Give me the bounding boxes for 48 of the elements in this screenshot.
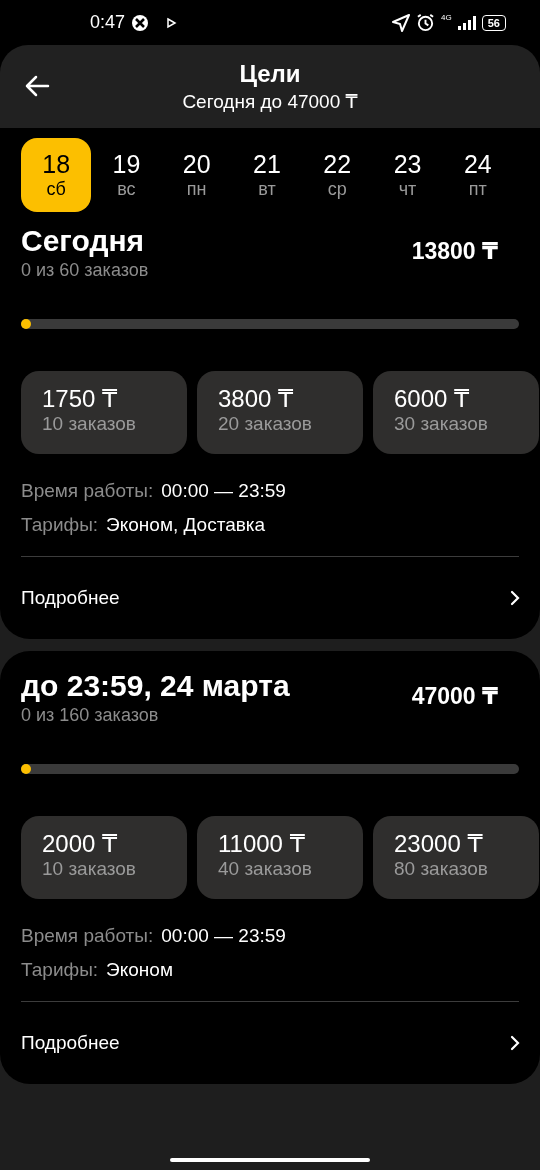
goal-title: до 23:59, 24 марта (21, 669, 290, 703)
tier-orders: 30 заказов (394, 413, 489, 435)
screen-title: Цели (239, 60, 301, 88)
day-tab[interactable]: 23 чт (372, 138, 443, 212)
tier-amount: 23000 ₸ (394, 830, 484, 858)
tier-orders: 80 заказов (394, 858, 489, 880)
details-link[interactable]: Подробнее (21, 557, 540, 639)
tariffs-label: Тарифы: (21, 514, 99, 535)
day-tab[interactable]: 24 пт (442, 138, 513, 212)
screen-subtitle: Сегодня до 47000 ₸ (182, 90, 358, 113)
tier-orders: 20 заказов (218, 413, 313, 435)
notification-icon (131, 13, 150, 32)
hours-value: 00:00 — 23:59 (161, 925, 286, 946)
chevron-right-icon (510, 590, 520, 606)
network-type: 4G (441, 13, 452, 22)
battery-level: 56 (481, 14, 506, 31)
tier-amount: 1750 ₸ (42, 385, 119, 413)
tier-amount: 11000 ₸ (218, 830, 306, 858)
chevron-right-icon (510, 1035, 520, 1051)
tier-orders: 10 заказов (42, 413, 137, 435)
details-link[interactable]: Подробнее (21, 1002, 540, 1084)
tier-orders: 10 заказов (42, 858, 137, 880)
tariffs-value: Эконом, Доставка (106, 514, 266, 535)
goal-title: Сегодня (21, 224, 146, 258)
goal-progress-text: 0 из 160 заказов (21, 705, 160, 726)
day-tab[interactable]: 18 сб (21, 138, 92, 212)
day-tab[interactable]: 20 пн (161, 138, 232, 212)
day-tab[interactable]: 19 вс (91, 138, 162, 212)
tier-orders: 40 заказов (218, 858, 313, 880)
tier-amount: 6000 ₸ (394, 385, 471, 413)
signal-icon (457, 15, 476, 30)
goal-amount: 13800 ₸ (411, 238, 498, 266)
hours-label: Время работы: (21, 925, 154, 946)
day-tab[interactable]: 21 вт (231, 138, 303, 212)
tier-amount: 2000 ₸ (42, 830, 119, 858)
goal-amount: 47000 ₸ (411, 683, 498, 711)
hours-value: 00:00 — 23:59 (161, 480, 286, 501)
hours-label: Время работы: (21, 480, 154, 501)
alarm-icon (416, 13, 436, 32)
back-arrow-icon (24, 75, 50, 97)
location-icon (392, 13, 411, 32)
day-tab[interactable]: 22 ср (302, 138, 373, 212)
goal-progress-text: 0 из 60 заказов (21, 260, 149, 281)
tariffs-label: Тарифы: (21, 959, 99, 980)
play-icon (165, 16, 178, 29)
tariffs-value: Эконом (106, 959, 173, 980)
tier-amount: 3800 ₸ (218, 385, 295, 413)
status-time: 0:47 (90, 12, 126, 33)
